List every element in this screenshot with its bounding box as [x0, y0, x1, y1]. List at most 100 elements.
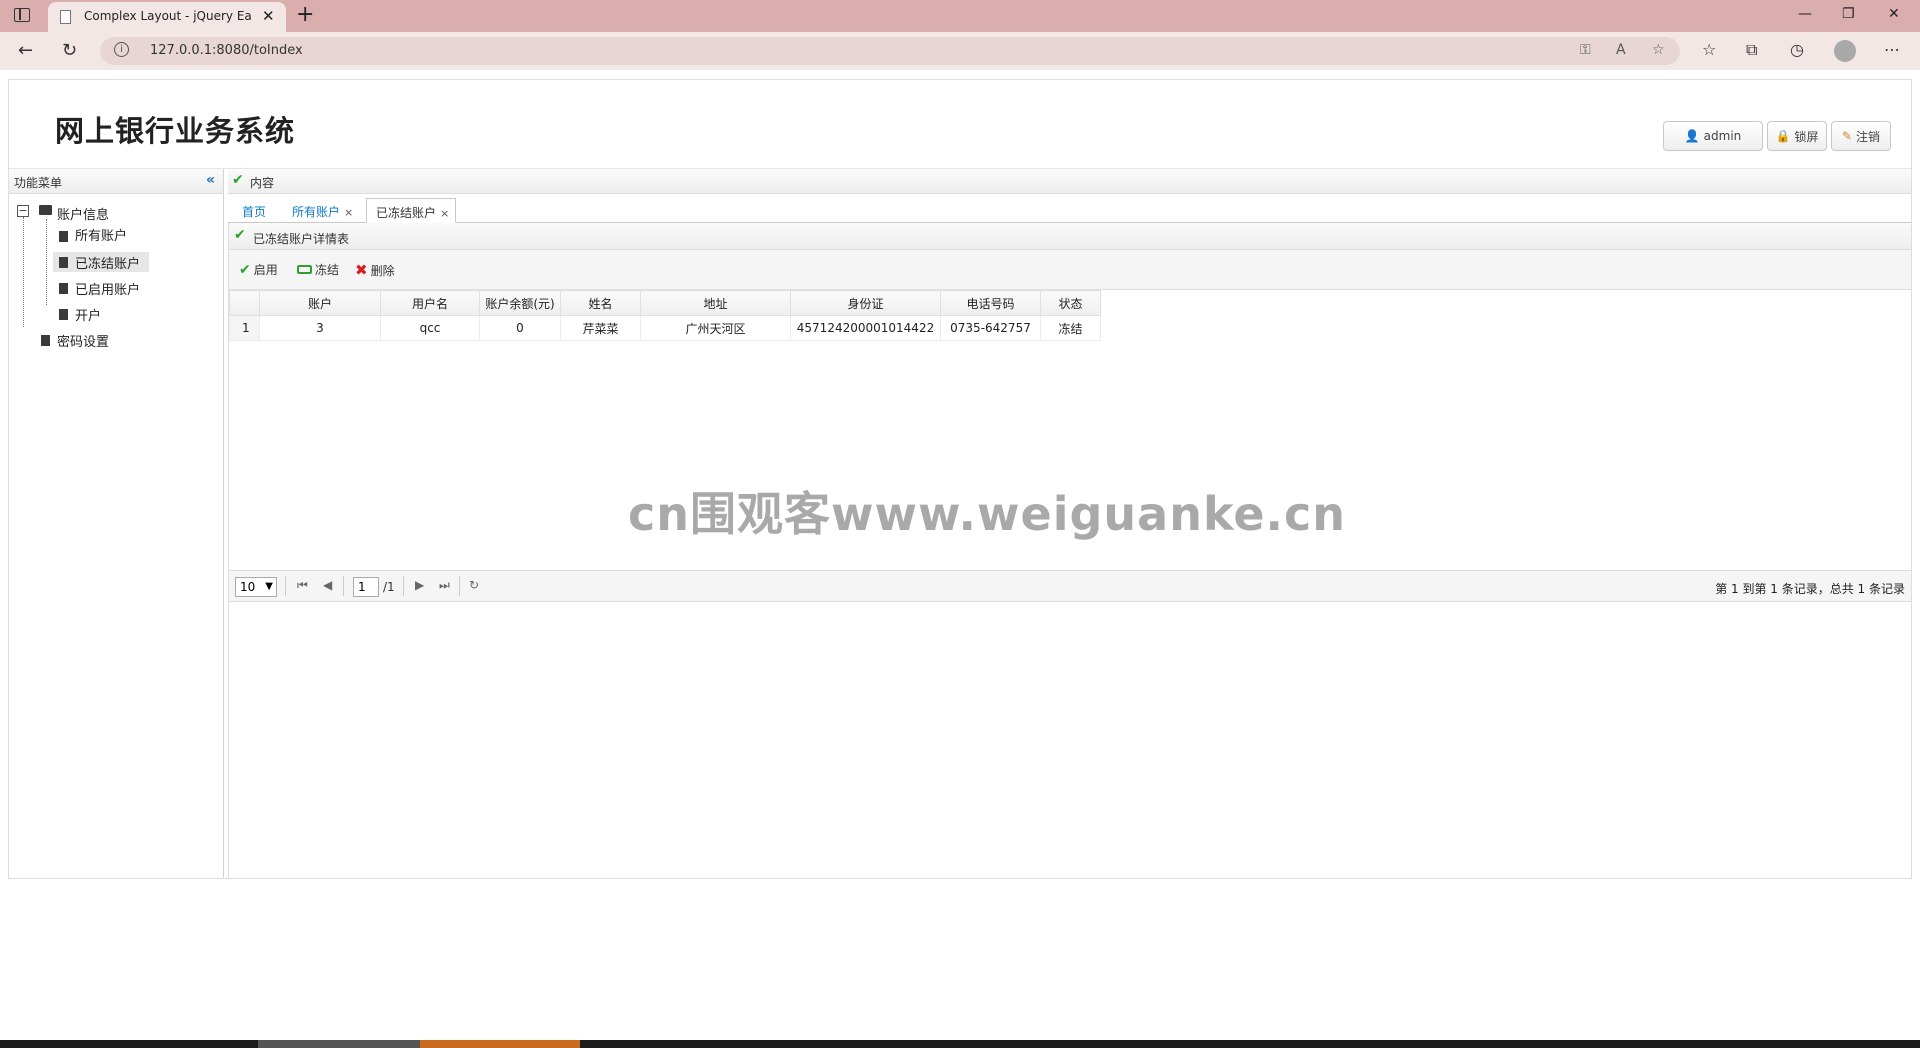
- user-button[interactable]: 👤 admin: [1663, 121, 1763, 151]
- file-icon: [59, 309, 68, 320]
- file-icon: [59, 283, 68, 294]
- url-text[interactable]: 127.0.0.1:8080/toIndex: [150, 43, 303, 58]
- reload-icon[interactable]: ↻: [469, 578, 479, 592]
- back-icon[interactable]: ←: [18, 40, 33, 61]
- tab-frozen-accounts[interactable]: 已冻结账户 ×: [366, 198, 456, 223]
- file-icon: [41, 335, 50, 346]
- divider: [285, 576, 286, 596]
- address-bar-row: ← ↻ i 127.0.0.1:8080/toIndex ⚿ A ☆ ☆ ⧉ ◷…: [0, 32, 1920, 70]
- datagrid-header: ✔ 已冻结账户详情表: [229, 223, 1911, 250]
- tree-node-label: 已冻结账户: [75, 257, 141, 272]
- tree-node-all-accounts[interactable]: 所有账户: [9, 225, 223, 251]
- content-tabs: 首页 所有账户 × 已冻结账户 ×: [228, 194, 1911, 223]
- logout-button[interactable]: ✎ 注销: [1831, 121, 1891, 151]
- enable-button[interactable]: ✔ 启用: [239, 261, 278, 278]
- user-icon: 👤: [1684, 129, 1700, 143]
- restore-icon[interactable]: ❐: [1842, 6, 1855, 22]
- page-icon: [60, 10, 71, 24]
- page-number-input[interactable]: 1: [353, 577, 379, 597]
- tab-all-accounts[interactable]: 所有账户 ×: [292, 198, 353, 223]
- next-page-icon[interactable]: ▶: [415, 578, 424, 592]
- tree-node-account-info[interactable]: − 账户信息: [9, 199, 223, 225]
- prev-page-icon[interactable]: ◀: [323, 578, 332, 592]
- freeze-icon: [297, 265, 312, 274]
- collapse-double-left-icon[interactable]: «: [206, 172, 215, 188]
- check-icon: ✔: [232, 172, 244, 188]
- freeze-button[interactable]: 冻结: [297, 261, 339, 278]
- menu-tree: − 账户信息 所有账户 已冻结账户 已启用账户 开户 密码设置: [9, 199, 223, 355]
- collections-icon[interactable]: ⧉: [1746, 40, 1757, 60]
- lock-screen-button[interactable]: 🔒 锁屏: [1767, 121, 1827, 151]
- column-header[interactable]: 身份证: [790, 290, 941, 316]
- tree-node-label: 密码设置: [57, 335, 110, 350]
- cell-username: qcc: [380, 315, 480, 341]
- tree-node-password-settings[interactable]: 密码设置: [9, 329, 223, 355]
- sidebar-title: 功能菜单: [14, 176, 63, 190]
- key-icon[interactable]: ⚿: [1580, 42, 1591, 58]
- read-aloud-icon[interactable]: A: [1616, 42, 1626, 58]
- close-window-icon[interactable]: ✕: [1888, 6, 1900, 22]
- sidebar: 功能菜单 « − 账户信息 所有账户 已冻结账户 已启用账户 开户 密码设置: [9, 169, 224, 878]
- check-icon: ✔: [234, 227, 246, 243]
- page-size-select[interactable]: 10 ▼: [235, 577, 277, 597]
- tree-node-enabled-accounts[interactable]: 已启用账户: [9, 277, 223, 303]
- column-header[interactable]: 状态: [1040, 290, 1101, 316]
- minimize-icon[interactable]: —: [1798, 6, 1812, 22]
- delete-button[interactable]: ✖ 删除: [355, 261, 395, 279]
- tree-node-frozen-accounts[interactable]: 已冻结账户: [9, 251, 223, 277]
- file-icon: [59, 231, 68, 242]
- main-panel-header: ✔ 内容: [228, 169, 1911, 194]
- tree-node-label: 开户: [75, 309, 102, 324]
- first-page-icon[interactable]: ⏮: [297, 578, 308, 593]
- new-tab-icon[interactable]: +: [296, 2, 314, 27]
- tree-node-open-account[interactable]: 开户: [9, 303, 223, 329]
- app-header: 网上银行业务系统 👤 admin 🔒 锁屏 ✎ 注销: [9, 80, 1911, 169]
- last-page-icon[interactable]: ⏭: [439, 578, 450, 593]
- sidebar-header: 功能菜单 «: [9, 169, 223, 194]
- column-header[interactable]: 电话号码: [940, 290, 1041, 316]
- column-header[interactable]: 账户: [259, 290, 381, 316]
- table-row[interactable]: 1 3 qcc 0 芹菜菜 广州天河区 457124200001014422 0…: [229, 315, 1101, 341]
- profile-avatar[interactable]: [1834, 40, 1856, 62]
- close-tab-icon[interactable]: ✕: [262, 7, 275, 25]
- chevron-down-icon: ▼: [265, 581, 273, 592]
- add-favorite-icon[interactable]: ☆: [1652, 42, 1665, 58]
- main-panel-title: 内容: [250, 176, 275, 190]
- column-header[interactable]: 用户名: [380, 290, 480, 316]
- column-header[interactable]: 地址: [640, 290, 791, 316]
- tab-actions-icon[interactable]: [14, 8, 30, 22]
- taskbar-item[interactable]: [420, 1040, 580, 1048]
- file-icon: [59, 257, 68, 268]
- divider: [343, 576, 344, 596]
- more-icon[interactable]: ⋯: [1884, 40, 1900, 59]
- url-field[interactable]: i 127.0.0.1:8080/toIndex ⚿ A ☆: [100, 37, 1680, 65]
- cell-phone: 0735-642757: [940, 315, 1041, 341]
- info-icon[interactable]: i: [114, 42, 129, 57]
- collapse-minus-icon[interactable]: −: [17, 205, 29, 217]
- tree-node-label: 账户信息: [57, 208, 110, 223]
- app-title: 网上银行业务系统: [55, 114, 296, 148]
- cell-address: 广州天河区: [640, 315, 791, 341]
- column-header[interactable]: 姓名: [560, 290, 641, 316]
- folder-open-icon: [39, 205, 52, 215]
- browser-tab[interactable]: Complex Layout - jQuery EasyUI ✕: [48, 2, 286, 32]
- close-tab-icon[interactable]: ×: [440, 207, 449, 220]
- tab-label: 已冻结账户: [376, 206, 437, 220]
- logout-icon: ✎: [1841, 129, 1853, 143]
- cell-name: 芹菜菜: [560, 315, 641, 341]
- close-tab-icon[interactable]: ×: [344, 206, 353, 219]
- taskbar-item[interactable]: [258, 1040, 420, 1048]
- freeze-label: 冻结: [315, 263, 340, 277]
- refresh-icon[interactable]: ↻: [62, 40, 77, 61]
- history-icon[interactable]: ◷: [1790, 40, 1804, 59]
- page-total: /1: [383, 580, 395, 594]
- favorites-icon[interactable]: ☆: [1702, 40, 1716, 59]
- tab-home[interactable]: 首页: [242, 198, 266, 223]
- user-button-label: admin: [1703, 129, 1742, 143]
- cell-account: 3: [259, 315, 381, 341]
- row-number: 1: [229, 315, 260, 341]
- divider: [403, 576, 404, 596]
- tab-label: 所有账户: [292, 205, 341, 219]
- rownum-header: [229, 290, 260, 316]
- column-header[interactable]: 账户余额(元): [479, 290, 561, 316]
